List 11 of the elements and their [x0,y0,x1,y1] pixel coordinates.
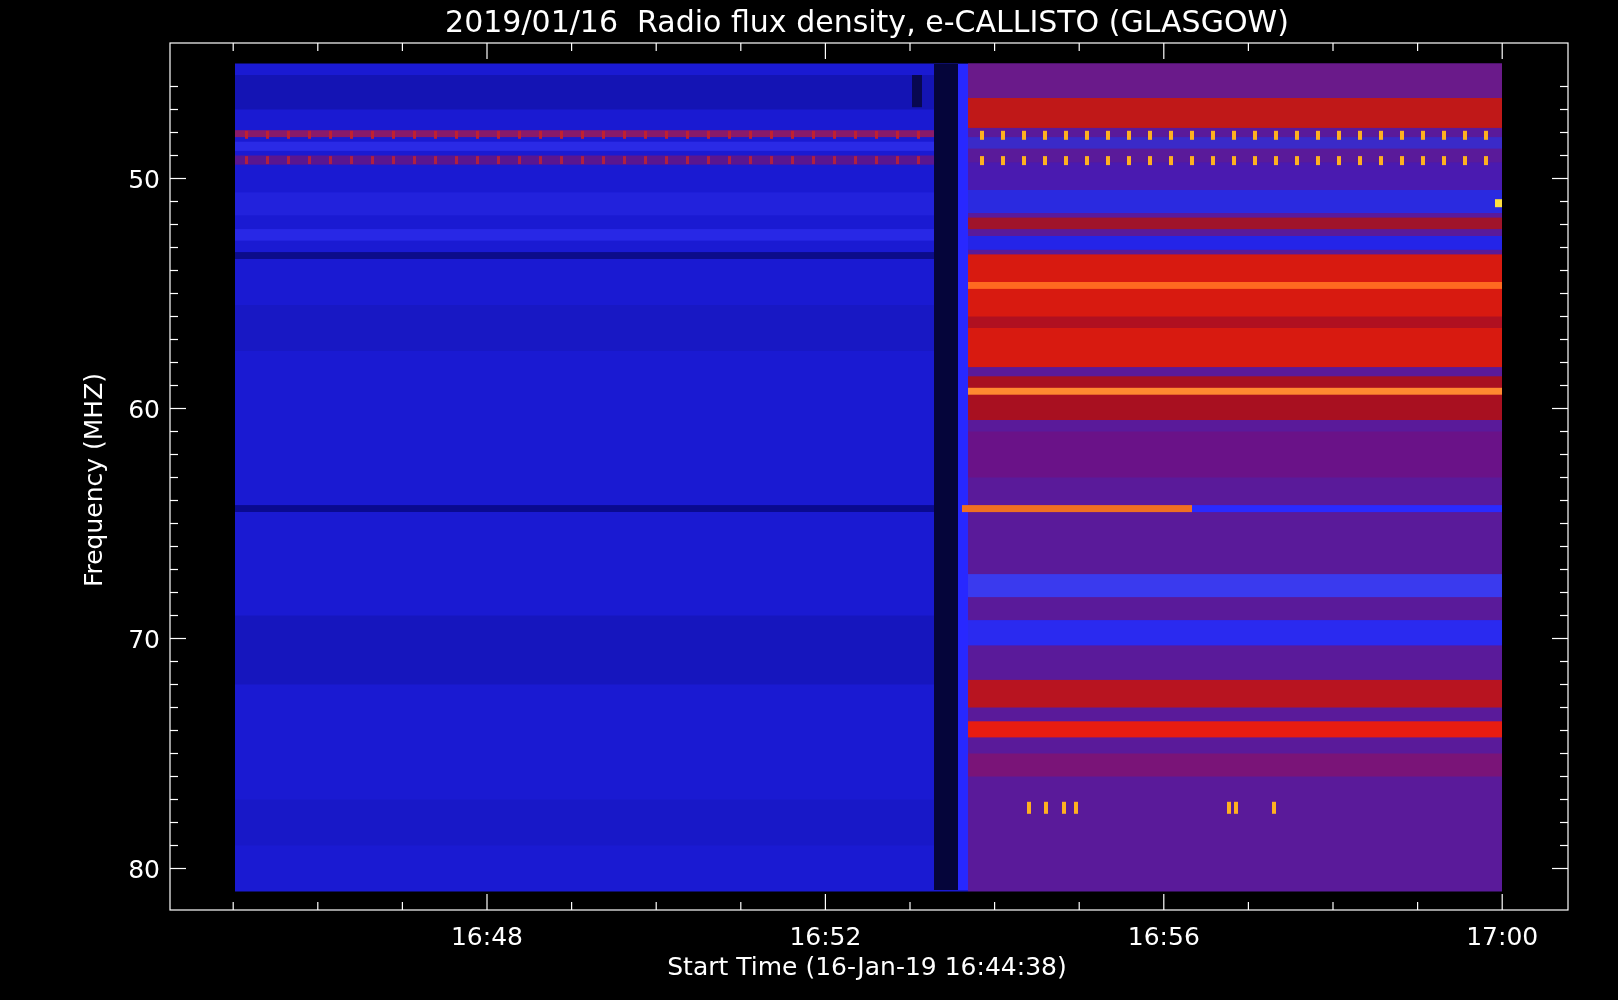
x-tick-label: 16:56 [1127,922,1200,951]
y-tick-label: 60 [128,394,160,424]
x-tick-label: 16:48 [451,922,523,951]
y-tick-label: 80 [128,854,160,884]
chart-title: 2019/01/16 Radio flux density, e-CALLISTO (GLASGOW) [445,4,1289,39]
x-axis-label: Start Time (16-Jan-19 16:44:38) [667,952,1067,981]
x-tick-label: 16:52 [789,922,862,951]
y-tick-label: 50 [128,164,160,194]
y-tick-label: 70 [128,624,160,654]
y-axis-label: Frequency (MHZ) [79,372,108,588]
x-tick-label: 17:00 [1466,922,1539,951]
